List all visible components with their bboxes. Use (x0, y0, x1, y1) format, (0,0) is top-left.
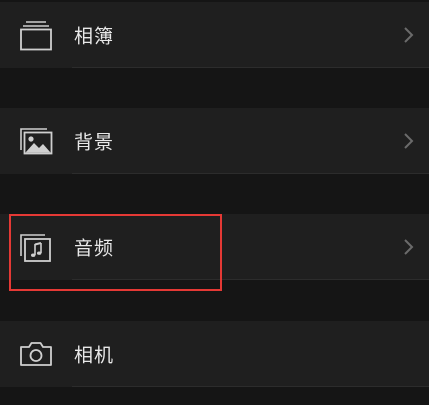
divider (72, 386, 429, 387)
menu-item-label: 相簿 (74, 25, 115, 48)
menu-item-label: 相机 (74, 344, 115, 367)
menu-item-camera[interactable]: 相机 (0, 321, 429, 387)
settings-screen: 相簿 背景 音频 相机 (0, 0, 429, 405)
menu-item-background[interactable]: 背景 (0, 108, 429, 174)
chevron-right-icon (401, 238, 415, 256)
camera-icon (18, 336, 54, 372)
menu-item-label: 背景 (74, 131, 115, 154)
chevron-right-icon (401, 132, 415, 150)
divider (72, 67, 429, 68)
menu-item-album[interactable]: 相簿 (0, 2, 429, 68)
background-image-icon (18, 123, 54, 159)
chevron-right-icon (401, 26, 415, 44)
highlight-box (9, 214, 222, 291)
divider (72, 173, 429, 174)
album-stack-icon (18, 17, 54, 53)
